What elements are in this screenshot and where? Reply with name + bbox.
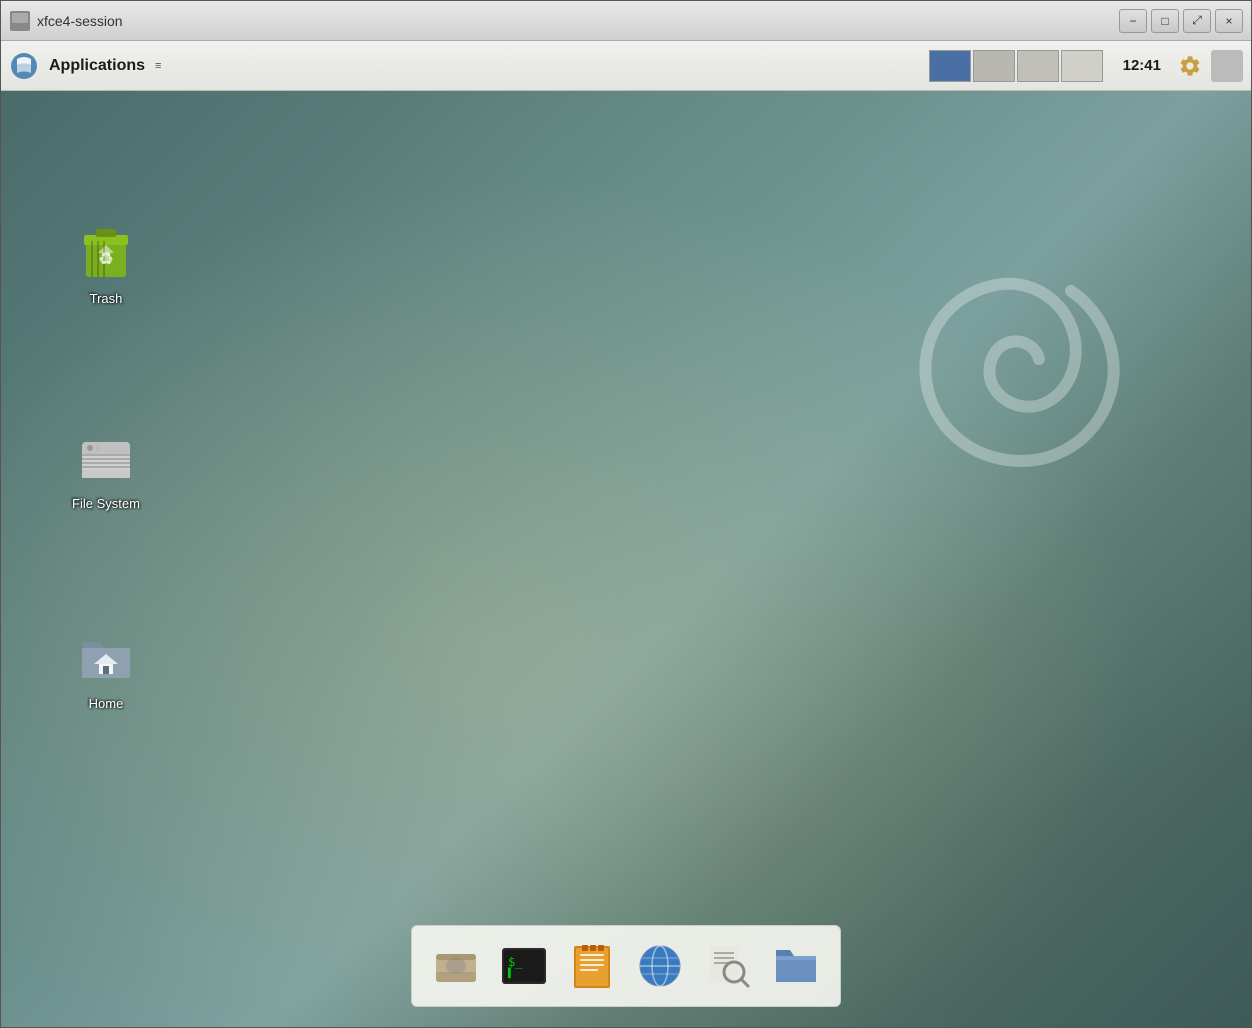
settings-icon[interactable] [1175,51,1205,81]
workspace-4[interactable] [1061,50,1103,82]
dock-browser[interactable] [628,934,692,998]
svg-text:$_: $_ [508,955,523,969]
user-menu-button[interactable] [1211,50,1243,82]
home-icon-image [74,626,138,690]
dock-notes[interactable] [560,934,624,998]
window-icon [9,10,31,32]
clock: 12:41 [1123,57,1161,74]
workspace-3[interactable] [1017,50,1059,82]
trash-icon[interactable]: ♻ Trash [61,221,151,308]
applications-menu[interactable]: Applications [49,57,145,75]
home-label: Home [85,694,128,713]
filesystem-icon[interactable]: File System [61,426,151,513]
top-panel: Applications ≡ 12:41 [1,41,1251,91]
title-bar: xfce4-session − □ ⤢ × [1,1,1251,41]
panel-menu-icon[interactable]: ≡ [155,60,161,72]
desktop[interactable]: ♻ Trash File S [1,91,1251,1027]
maximize-button[interactable]: □ [1151,9,1179,33]
workspace-switcher [929,50,1103,82]
filesystem-label: File System [68,494,144,513]
dock-viewer[interactable] [696,934,760,998]
workspace-1[interactable] [929,50,971,82]
minimize-button[interactable]: − [1119,9,1147,33]
dock: $_ ▌ [411,925,841,1007]
restore-button[interactable]: ⤢ [1183,9,1211,33]
xfce-logo[interactable] [9,51,39,81]
filesystem-icon-image [74,426,138,490]
window-title: xfce4-session [37,13,123,29]
close-button[interactable]: × [1215,9,1243,33]
dock-files[interactable] [764,934,828,998]
trash-icon-image: ♻ [74,221,138,285]
dock-drive[interactable] [424,934,488,998]
trash-label: Trash [86,289,127,308]
window-controls: − □ ⤢ × [1119,9,1243,33]
svg-text:♻: ♻ [98,249,114,269]
svg-text:▌: ▌ [507,967,513,979]
dock-terminal[interactable]: $_ ▌ [492,934,556,998]
home-icon[interactable]: Home [61,626,151,713]
debian-swirl [871,231,1151,511]
workspace-2[interactable] [973,50,1015,82]
window-chrome: xfce4-session − □ ⤢ × Applications ≡ [0,0,1252,1028]
